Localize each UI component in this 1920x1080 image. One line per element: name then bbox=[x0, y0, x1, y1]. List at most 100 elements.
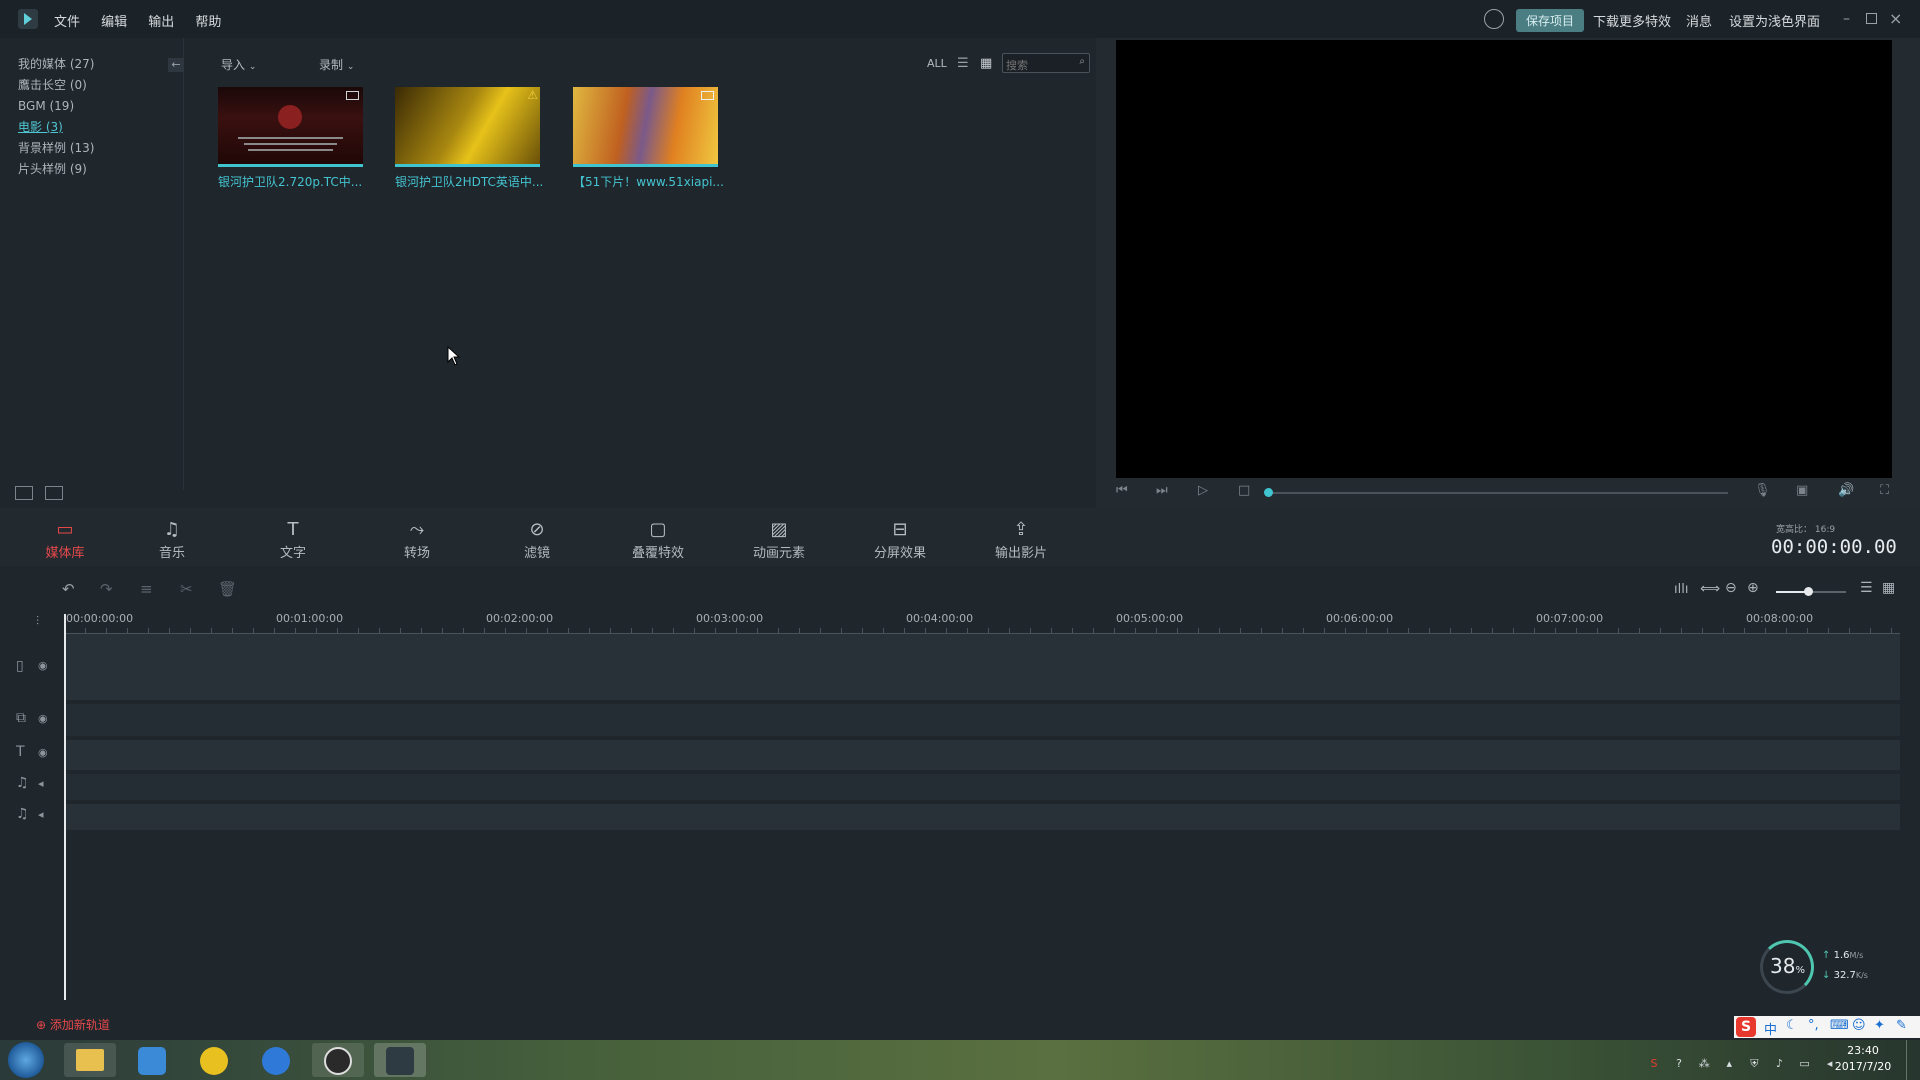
audio-track-1[interactable] bbox=[64, 774, 1900, 800]
taskbar-app-filmora[interactable] bbox=[374, 1043, 426, 1077]
tool-media-library[interactable]: ▭ 媒体库 bbox=[25, 518, 105, 561]
moon-icon[interactable]: ☾ bbox=[1786, 1018, 1798, 1033]
video-track[interactable] bbox=[64, 634, 1900, 700]
delete-icon[interactable]: 🗑 bbox=[218, 580, 237, 598]
account-icon[interactable] bbox=[1484, 9, 1504, 29]
next-frame-icon[interactable]: ⏭ bbox=[1156, 483, 1168, 498]
taskbar-explorer[interactable] bbox=[64, 1043, 116, 1077]
microphone-icon[interactable]: 🎙 bbox=[1754, 483, 1771, 498]
sogou-logo-icon[interactable]: S bbox=[1736, 1017, 1756, 1037]
delete-folder-icon[interactable] bbox=[45, 486, 63, 500]
volume-icon[interactable]: 🔊 bbox=[1838, 483, 1854, 498]
video-thumbnail[interactable]: ⚠ bbox=[395, 87, 540, 167]
playhead-knob[interactable] bbox=[1264, 488, 1273, 497]
media-item[interactable]: ⚠ 银河护卫队2HDTC英语中... bbox=[395, 87, 545, 190]
tool-elements[interactable]: ▨ 动画元素 bbox=[739, 518, 819, 561]
visibility-icon[interactable]: ◉ bbox=[38, 746, 48, 759]
tool-split-screen[interactable]: ⊟ 分屏效果 bbox=[860, 518, 940, 561]
tools-icon[interactable]: ✎ bbox=[1896, 1018, 1907, 1033]
taskbar-app-obs[interactable] bbox=[312, 1043, 364, 1077]
visibility-icon[interactable]: ◉ bbox=[38, 712, 48, 725]
text-track[interactable] bbox=[64, 740, 1900, 770]
grid-view-icon[interactable]: ▦ bbox=[980, 56, 992, 71]
sidebar-item-backgrounds[interactable]: 背景样例 (13) bbox=[18, 138, 94, 159]
sidebar-item-intros[interactable]: 片头样例 (9) bbox=[18, 159, 94, 180]
tool-transitions[interactable]: ⤳ 转场 bbox=[377, 518, 457, 561]
taskbar-app-bird[interactable] bbox=[126, 1043, 178, 1077]
adjust-icon[interactable]: ≡ bbox=[140, 580, 153, 598]
network-tray-icon[interactable]: ⁂ bbox=[1696, 1056, 1712, 1072]
tool-filters[interactable]: ⊘ 滤镜 bbox=[497, 518, 577, 561]
start-button[interactable] bbox=[8, 1042, 44, 1078]
fullscreen-icon[interactable]: ⛶ bbox=[1880, 483, 1889, 498]
show-desktop-button[interactable] bbox=[1906, 1040, 1920, 1080]
help-tray-icon[interactable]: ? bbox=[1671, 1056, 1687, 1072]
save-project-button[interactable]: 保存项目 bbox=[1516, 9, 1585, 32]
sogou-tray-icon[interactable]: S bbox=[1646, 1056, 1662, 1072]
messages-link[interactable]: 消息 bbox=[1686, 11, 1712, 30]
monitor-tray-icon[interactable]: ▭ bbox=[1797, 1056, 1813, 1072]
record-dropdown[interactable]: 录制 ⌄ bbox=[319, 56, 354, 73]
timeline-playhead[interactable] bbox=[64, 614, 66, 1000]
media-item[interactable]: 银河护卫队2.720p.TC中... bbox=[218, 87, 368, 190]
taskbar-app-leaf[interactable] bbox=[188, 1043, 240, 1077]
add-track-button[interactable]: ⊕ 添加新轨道 bbox=[36, 1016, 110, 1033]
fit-timeline-icon[interactable]: ⟺ bbox=[1700, 581, 1720, 597]
download-effects-link[interactable]: 下载更多特效 bbox=[1593, 11, 1671, 30]
user-icon[interactable]: ☺ bbox=[1852, 1018, 1866, 1033]
speaker-tray-icon[interactable]: ♪ bbox=[1771, 1056, 1787, 1072]
zoom-slider-knob[interactable] bbox=[1804, 587, 1813, 596]
audio-mixer-icon[interactable]: ıllı bbox=[1674, 582, 1688, 597]
playback-slider[interactable] bbox=[1264, 488, 1728, 497]
tool-overlays[interactable]: ▢ 叠覆特效 bbox=[618, 518, 698, 561]
media-item[interactable]: 【51下片！www.51xiapi... bbox=[573, 87, 723, 190]
light-theme-link[interactable]: 设置为浅色界面 bbox=[1729, 11, 1820, 30]
list-icon[interactable]: ☰ bbox=[1860, 580, 1873, 596]
snap-icon[interactable]: ⫶ bbox=[36, 614, 39, 629]
video-thumbnail[interactable] bbox=[218, 87, 363, 167]
grid-icon[interactable]: ▦ bbox=[1882, 580, 1895, 596]
sidebar-item-my-media[interactable]: 我的媒体 (27) bbox=[18, 54, 94, 75]
sidebar-item-bgm[interactable]: BGM (19) bbox=[18, 96, 94, 117]
new-folder-icon[interactable] bbox=[15, 486, 33, 500]
search-box[interactable]: ⌕ bbox=[1002, 53, 1090, 75]
security-tray-icon[interactable]: ⛨ bbox=[1746, 1056, 1762, 1072]
tool-text[interactable]: T 文字 bbox=[253, 518, 333, 561]
audio-track-2[interactable] bbox=[64, 804, 1900, 830]
filter-all[interactable]: ALL bbox=[927, 57, 947, 70]
play-icon[interactable]: ▷ bbox=[1198, 483, 1208, 498]
taskbar-app-sogou[interactable] bbox=[250, 1043, 302, 1077]
collapse-sidebar-icon[interactable]: ← bbox=[168, 58, 184, 72]
close-icon[interactable]: × bbox=[1889, 9, 1902, 28]
punctuation-icon[interactable]: °, bbox=[1808, 1018, 1819, 1033]
stop-icon[interactable]: □ bbox=[1238, 483, 1250, 498]
tool-export[interactable]: ⇪ 输出影片 bbox=[981, 518, 1061, 561]
list-view-icon[interactable]: ☰ bbox=[957, 56, 969, 71]
zoom-in-icon[interactable]: ⊕ bbox=[1747, 580, 1759, 596]
overlay-track[interactable] bbox=[64, 704, 1900, 736]
clock[interactable]: 23:40 2017/7/20 bbox=[1828, 1044, 1898, 1073]
tool-music[interactable]: ♫ 音乐 bbox=[132, 518, 212, 561]
zoom-out-icon[interactable]: ⊖ bbox=[1725, 580, 1737, 596]
skin-icon[interactable]: ✦ bbox=[1874, 1018, 1885, 1033]
prev-frame-icon[interactable]: ⏮ bbox=[1116, 483, 1128, 498]
video-thumbnail[interactable] bbox=[573, 87, 718, 167]
sidebar-item-folder[interactable]: 鷹击长空 (0) bbox=[18, 75, 94, 96]
search-input[interactable] bbox=[1003, 56, 1073, 75]
import-dropdown[interactable]: 导入 ⌄ bbox=[221, 56, 256, 73]
speaker-icon[interactable]: ◂ bbox=[38, 808, 44, 821]
undo-icon[interactable]: ↶ bbox=[62, 580, 75, 598]
visibility-icon[interactable]: ◉ bbox=[38, 659, 48, 672]
ime-language[interactable]: 中 bbox=[1764, 1019, 1777, 1038]
cut-icon[interactable]: ✂ bbox=[180, 580, 193, 598]
menu-help[interactable]: 帮助 bbox=[195, 15, 221, 30]
maximize-icon[interactable] bbox=[1866, 13, 1877, 24]
minimize-icon[interactable]: – bbox=[1843, 12, 1857, 26]
menu-edit[interactable]: 编辑 bbox=[101, 15, 127, 30]
redo-icon[interactable]: ↷ bbox=[100, 580, 113, 598]
zoom-slider[interactable] bbox=[1776, 587, 1846, 596]
keyboard-icon[interactable]: ⌨ bbox=[1830, 1018, 1849, 1033]
sidebar-item-movies[interactable]: 电影 (3) bbox=[18, 117, 94, 138]
menu-file[interactable]: 文件 bbox=[54, 15, 80, 30]
speaker-icon[interactable]: ◂ bbox=[38, 777, 44, 790]
